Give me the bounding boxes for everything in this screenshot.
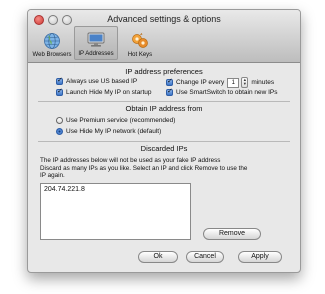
tab-ip-addresses-label: IP Addresses: [78, 51, 114, 57]
hot-keys-icon: [132, 33, 148, 48]
minutes-label: minutes: [251, 79, 275, 86]
smartswitch-label: Use SmartSwitch to obtain new IPs: [176, 89, 278, 96]
checkbox-box[interactable]: [56, 76, 63, 85]
launch-on-startup-checkbox[interactable]: Launch Hide My IP on startup: [56, 87, 152, 96]
change-ip-interval-field[interactable]: 1: [227, 77, 240, 88]
discarded-ips-heading: Discarded IPs: [140, 144, 188, 153]
ip-addresses-panel: IP address preferences Always use US bas…: [28, 63, 300, 272]
tab-hot-keys[interactable]: Hot Keys: [118, 26, 162, 60]
radio-button[interactable]: [56, 117, 63, 124]
always-us-ip-checkbox[interactable]: Always use US based IP: [56, 76, 138, 85]
change-ip-checkbox[interactable]: Change IP every 1 ▲▼ minutes: [166, 77, 274, 88]
cancel-button[interactable]: Cancel: [186, 251, 224, 263]
always-us-ip-label: Always use US based IP: [66, 78, 138, 85]
checkbox-box[interactable]: [56, 87, 63, 96]
preferences-toolbar: Web Browsers IP Addresses Hot Keys: [30, 26, 162, 60]
change-ip-stepper[interactable]: ▲ ▼: [241, 77, 249, 88]
premium-service-label: Use Premium service (recommended): [66, 117, 176, 124]
divider: [38, 141, 290, 142]
description-line: IP again.: [40, 172, 65, 180]
change-ip-label: Change IP every: [176, 79, 225, 86]
smartswitch-checkbox[interactable]: Use SmartSwitch to obtain new IPs: [166, 87, 278, 96]
description-line: The IP addresses below will not be used …: [40, 157, 221, 164]
hide-my-ip-network-label: Use Hide My IP network (default): [66, 128, 162, 135]
ip-addresses-icon: [87, 32, 105, 47]
tab-web-browsers-label: Web Browsers: [32, 52, 72, 58]
discarded-ip-list[interactable]: 204.74.221.8: [40, 183, 191, 240]
launch-on-startup-label: Launch Hide My IP on startup: [66, 89, 152, 96]
ip-preferences-heading: IP address preferences: [125, 67, 203, 76]
premium-service-radio[interactable]: Use Premium service (recommended): [56, 117, 175, 124]
checkbox-box[interactable]: [166, 87, 173, 96]
web-browsers-icon: [44, 33, 60, 49]
discarded-description: The IP addresses below will not be used …: [40, 157, 290, 180]
ok-button[interactable]: Ok: [138, 251, 178, 263]
tab-web-browsers[interactable]: Web Browsers: [30, 26, 74, 60]
tab-hot-keys-label: Hot Keys: [127, 52, 153, 58]
description-line: Discard as many IPs as you like. Select …: [40, 164, 248, 172]
apply-button[interactable]: Apply: [238, 251, 282, 263]
remove-button[interactable]: Remove: [203, 228, 261, 240]
tab-ip-addresses[interactable]: IP Addresses: [74, 26, 118, 60]
obtain-ip-heading: Obtain IP address from: [125, 104, 203, 113]
settings-window: Advanced settings & options Web Browsers: [27, 9, 301, 273]
list-item[interactable]: 204.74.221.8: [41, 184, 190, 193]
checkbox-box[interactable]: [166, 77, 173, 86]
hide-my-ip-network-radio[interactable]: Use Hide My IP network (default): [56, 128, 161, 135]
divider: [38, 101, 290, 102]
window-title: Advanced settings & options: [107, 14, 221, 24]
title-bar: Advanced settings & options Web Browsers: [28, 10, 300, 63]
radio-button[interactable]: [56, 128, 63, 135]
